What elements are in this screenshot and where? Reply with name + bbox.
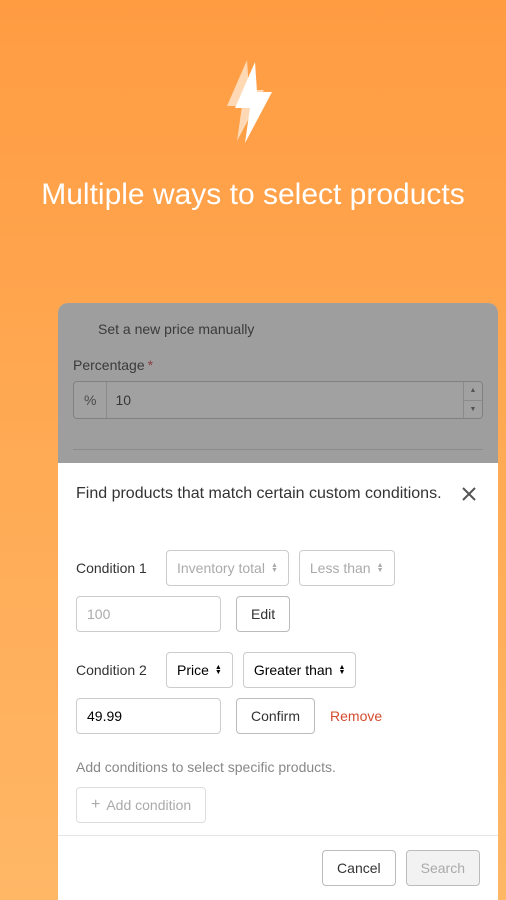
condition-1-field-select[interactable]: Inventory total ▲▼: [166, 550, 289, 586]
condition-label: Condition 1: [76, 560, 156, 576]
help-text: Add conditions to select specific produc…: [76, 759, 480, 775]
condition-2-operator-select[interactable]: Greater than ▲▼: [243, 652, 357, 688]
close-button[interactable]: [458, 483, 480, 510]
add-condition-button[interactable]: + Add condition: [76, 787, 206, 823]
condition-label: Condition 2: [76, 662, 156, 678]
remove-link[interactable]: Remove: [330, 708, 382, 724]
modal-footer: Cancel Search: [58, 835, 498, 900]
condition-2-row: Condition 2 Price ▲▼ Greater than ▲▼: [76, 652, 480, 688]
select-arrows-icon: ▲▼: [377, 563, 384, 573]
plus-icon: +: [91, 796, 100, 814]
condition-2-field-select[interactable]: Price ▲▼: [166, 652, 233, 688]
select-arrows-icon: ▲▼: [338, 665, 345, 675]
hero-section: Multiple ways to select products: [0, 0, 506, 214]
condition-1-value-input[interactable]: [76, 596, 221, 632]
condition-1-value-row: Edit: [76, 596, 480, 632]
conditions-modal: Find products that match certain custom …: [58, 463, 498, 900]
modal-title: Find products that match certain custom …: [76, 483, 446, 505]
select-arrows-icon: ▲▼: [271, 563, 278, 573]
condition-1-operator-select[interactable]: Less than ▲▼: [299, 550, 395, 586]
modal-header: Find products that match certain custom …: [58, 463, 498, 525]
condition-2-value-input[interactable]: [76, 698, 221, 734]
cancel-button[interactable]: Cancel: [322, 850, 396, 886]
bolt-icon: [223, 60, 283, 175]
search-button[interactable]: Search: [406, 850, 480, 886]
edit-button[interactable]: Edit: [236, 596, 290, 632]
modal-body: Condition 1 Inventory total ▲▼ Less than…: [58, 525, 498, 835]
confirm-button[interactable]: Confirm: [236, 698, 315, 734]
select-arrows-icon: ▲▼: [215, 665, 222, 675]
hero-title: Multiple ways to select products: [1, 175, 505, 214]
condition-2-value-row: Confirm Remove: [76, 698, 480, 734]
close-icon: [460, 485, 478, 503]
app-panel: Set a new price manually Percentage* % ▲…: [58, 303, 498, 900]
condition-1-row: Condition 1 Inventory total ▲▼ Less than…: [76, 550, 480, 586]
